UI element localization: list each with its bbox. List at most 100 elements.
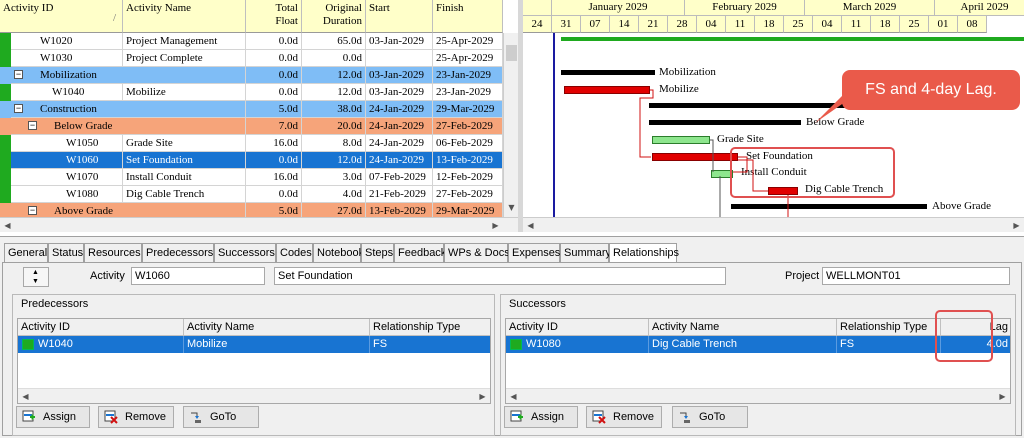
record-spinner[interactable]: ▲ ▼	[23, 267, 49, 287]
scroll-right-icon[interactable]: ▶	[995, 389, 1010, 403]
wbs-row[interactable]: Above Grade 5.0d 27.0d 13-Feb-2029 29-Mar-20…	[0, 203, 503, 217]
project-id-field[interactable]: WELLMONT01	[822, 267, 1010, 285]
cell-id: W1080	[0, 186, 123, 203]
collapse-icon[interactable]: −	[28, 121, 37, 130]
cell-finish: 13-Feb-2029	[433, 152, 503, 169]
pred-remove-button[interactable]: Remove	[98, 406, 174, 428]
pred-col-activity-name[interactable]: Activity Name	[184, 319, 370, 336]
cell-finish: 06-Feb-2029	[433, 135, 503, 152]
cell-name	[123, 101, 246, 118]
scroll-left-icon[interactable]: ◀	[506, 389, 521, 403]
tab-wps-docs[interactable]: WPs & Docs	[444, 243, 510, 262]
annotation-callout: FS and 4-day Lag.	[842, 70, 1020, 110]
activity-name-field[interactable]: Set Foundation	[274, 267, 726, 285]
succ-remove-button[interactable]: Remove	[586, 406, 662, 428]
spin-up-icon[interactable]: ▲	[32, 268, 39, 276]
predecessors-list: Activity ID Activity Name Relationship T…	[17, 318, 491, 404]
cell-name: Project Management	[123, 33, 246, 50]
cell-start: 21-Feb-2029	[366, 186, 433, 203]
table-row[interactable]: W1040 Mobilize 0.0d 12.0d 03-Jan-2029 23-Jan-…	[0, 84, 503, 101]
remove-icon	[592, 410, 606, 424]
activity-id-field[interactable]: W1060	[131, 267, 265, 285]
scroll-right-icon[interactable]: ▶	[1009, 218, 1024, 233]
tab-codes[interactable]: Codes	[276, 243, 313, 262]
cell-start: 24-Jan-2029	[366, 101, 433, 118]
col-header-total-float[interactable]: Total Float	[246, 0, 302, 33]
col-header-original-duration[interactable]: Original Duration	[302, 0, 366, 33]
scroll-right-icon[interactable]: ▶	[475, 389, 490, 403]
tab-predecessors[interactable]: Predecessors	[142, 243, 214, 262]
wbs-row[interactable]: Mobilization 0.0d 12.0d 03-Jan-2029 23-Jan-2…	[0, 67, 503, 84]
cell-finish: 25-Apr-2029	[433, 33, 503, 50]
col-header-finish[interactable]: Finish	[433, 0, 503, 33]
scroll-left-icon[interactable]: ◀	[0, 218, 15, 233]
succ-cell-name: Dig Cable Trench	[649, 336, 837, 353]
cell-finish: 27-Feb-2029	[433, 186, 503, 203]
cell-float: 0.0d	[246, 33, 302, 50]
succ-goto-button[interactable]: GoTo	[672, 406, 748, 428]
tab-steps[interactable]: Steps	[361, 243, 394, 262]
tab-relationships[interactable]: Relationships	[609, 243, 679, 263]
tab-notebook[interactable]: Notebook	[313, 243, 364, 262]
pred-assign-button[interactable]: Assign	[16, 406, 90, 428]
table-row[interactable]: W1050 Grade Site 16.0d 8.0d 24-Jan-2029 06-Fe…	[0, 135, 503, 152]
cell-duration: 27.0d	[302, 203, 366, 217]
succ-hscrollbar[interactable]: ◀ ▶	[506, 388, 1010, 403]
scroll-down-icon[interactable]: ▼	[504, 200, 519, 215]
col-header-activity-id[interactable]: Activity ID /	[0, 0, 123, 33]
cell-name: Set Foundation	[123, 152, 246, 169]
succ-col-activity-id[interactable]: Activity ID	[506, 319, 649, 336]
cell-finish: 29-Mar-2029	[433, 101, 503, 118]
tab-status[interactable]: Status	[48, 243, 84, 262]
pred-col-relationship-type[interactable]: Relationship Type	[370, 319, 490, 336]
cell-duration: 12.0d	[302, 152, 366, 169]
cell-float: 0.0d	[246, 84, 302, 101]
collapse-icon[interactable]: −	[28, 206, 37, 215]
cell-duration: 12.0d	[302, 67, 366, 84]
succ-col-relationship-type[interactable]: Relationship Type	[837, 319, 941, 336]
collapse-icon[interactable]: −	[14, 70, 23, 79]
pred-col-activity-id[interactable]: Activity ID	[18, 319, 184, 336]
cell-float: 16.0d	[246, 169, 302, 186]
collapse-icon[interactable]: −	[14, 104, 23, 113]
col-header-start[interactable]: Start	[366, 0, 433, 33]
wbs-row[interactable]: Construction 5.0d 38.0d 24-Jan-2029 29-Mar-2…	[0, 101, 503, 118]
cell-id: W1030	[0, 50, 123, 67]
succ-col-activity-name[interactable]: Activity Name	[649, 319, 837, 336]
tab-summary[interactable]: Summary	[560, 243, 611, 262]
predecessor-row[interactable]: W1040 Mobilize FS	[18, 336, 490, 353]
pred-hscrollbar[interactable]: ◀ ▶	[18, 388, 490, 403]
grid-vertical-scrollbar[interactable]: ▼	[503, 33, 518, 217]
scroll-left-icon[interactable]: ◀	[18, 389, 33, 403]
gantt-horizontal-scrollbar[interactable]: ◀ ▶	[523, 217, 1024, 232]
cell-name: Mobilize	[123, 84, 246, 101]
cell-start: 03-Jan-2029	[366, 33, 433, 50]
table-row[interactable]: W1080 Dig Cable Trench 0.0d 4.0d 21-Feb-2029…	[0, 186, 503, 203]
table-row[interactable]: W1060 Set Foundation 0.0d 12.0d 24-Jan-2029 1…	[0, 152, 503, 169]
table-row[interactable]: W1020 Project Management 0.0d 65.0d 03-Jan-2…	[0, 33, 503, 50]
table-row[interactable]: W1030 Project Complete 0.0d 0.0d 25-Apr-2029	[0, 50, 503, 67]
cell-float: 5.0d	[246, 203, 302, 217]
scroll-right-icon[interactable]: ▶	[488, 218, 503, 233]
wbs-row[interactable]: Below Grade 7.0d 20.0d 24-Jan-2029 27-Feb-20…	[0, 118, 503, 135]
spin-down-icon[interactable]: ▼	[32, 277, 39, 285]
tab-feedback[interactable]: Feedback	[394, 243, 446, 262]
pred-goto-button[interactable]: GoTo	[183, 406, 259, 428]
scroll-left-icon[interactable]: ◀	[523, 218, 538, 233]
tab-successors[interactable]: Successors	[214, 243, 276, 262]
grid-horizontal-scrollbar[interactable]: ◀ ▶	[0, 217, 518, 232]
tab-resources[interactable]: Resources	[84, 243, 142, 262]
tab-expenses[interactable]: Expenses	[508, 243, 560, 262]
cell-finish: 12-Feb-2029	[433, 169, 503, 186]
cell-float: 0.0d	[246, 67, 302, 84]
scroll-thumb[interactable]	[506, 45, 517, 61]
cell-start	[366, 50, 433, 67]
succ-assign-button[interactable]: Assign	[504, 406, 578, 428]
goto-icon	[191, 412, 201, 423]
tab-general[interactable]: General	[4, 243, 48, 262]
col-header-activity-name[interactable]: Activity Name	[123, 0, 246, 33]
highlight-box-lag	[935, 310, 993, 362]
table-row[interactable]: W1070 Install Conduit 16.0d 3.0d 07-Feb-2029…	[0, 169, 503, 186]
cell-finish: 27-Feb-2029	[433, 118, 503, 135]
assign-icon	[510, 410, 523, 422]
